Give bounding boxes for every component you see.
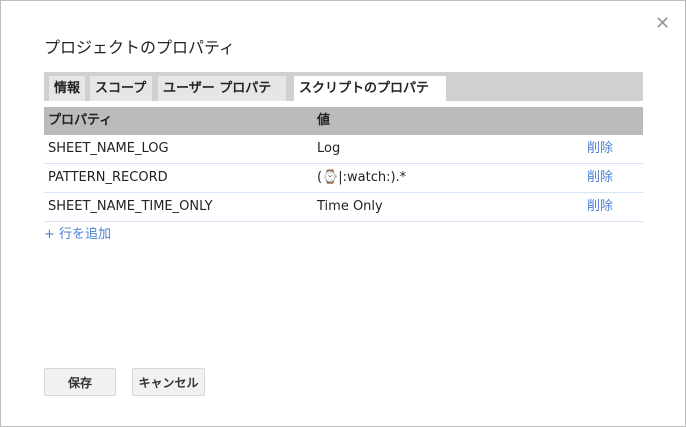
table-row: SHEET_NAME_LOG Log 削除 xyxy=(44,135,643,164)
tab-script-properties[interactable]: スクリプトのプロパティ xyxy=(294,76,446,121)
property-key[interactable]: SHEET_NAME_LOG xyxy=(48,135,169,163)
header-value: 値 xyxy=(317,113,331,128)
table-row: SHEET_NAME_TIME_ONLY Time Only 削除 xyxy=(44,193,643,222)
project-properties-dialog: プロジェクトのプロパティ ✕ 情報 スコープ ユーザー プロパティ スクリプトの… xyxy=(0,0,686,427)
properties-table: プロパティ 値 SHEET_NAME_LOG Log 削除 PATTERN_RE… xyxy=(44,107,643,222)
tab-bar: 情報 スコープ ユーザー プロパティ スクリプトのプロパティ xyxy=(44,72,643,121)
property-key[interactable]: PATTERN_RECORD xyxy=(48,164,168,192)
property-value[interactable]: Log xyxy=(317,135,340,163)
table-header: プロパティ 値 xyxy=(44,107,643,135)
tab-user-properties[interactable]: ユーザー プロパティ xyxy=(158,76,286,121)
header-property: プロパティ xyxy=(48,113,113,128)
tab-scope[interactable]: スコープ xyxy=(90,76,152,101)
delete-link[interactable]: 削除 xyxy=(587,193,613,221)
close-icon[interactable]: ✕ xyxy=(655,13,670,34)
cancel-button[interactable]: キャンセル xyxy=(132,368,205,396)
delete-link[interactable]: 削除 xyxy=(587,164,613,192)
add-row-link[interactable]: + 行を追加 xyxy=(44,223,111,242)
tab-info[interactable]: 情報 xyxy=(49,76,85,101)
delete-link[interactable]: 削除 xyxy=(587,135,613,163)
property-value[interactable]: (⌚|:watch:).* xyxy=(317,164,406,192)
dialog-title: プロジェクトのプロパティ xyxy=(44,38,236,57)
property-key[interactable]: SHEET_NAME_TIME_ONLY xyxy=(48,193,213,221)
table-row: PATTERN_RECORD (⌚|:watch:).* 削除 xyxy=(44,164,643,193)
property-value[interactable]: Time Only xyxy=(317,193,383,221)
save-button[interactable]: 保存 xyxy=(44,368,116,396)
